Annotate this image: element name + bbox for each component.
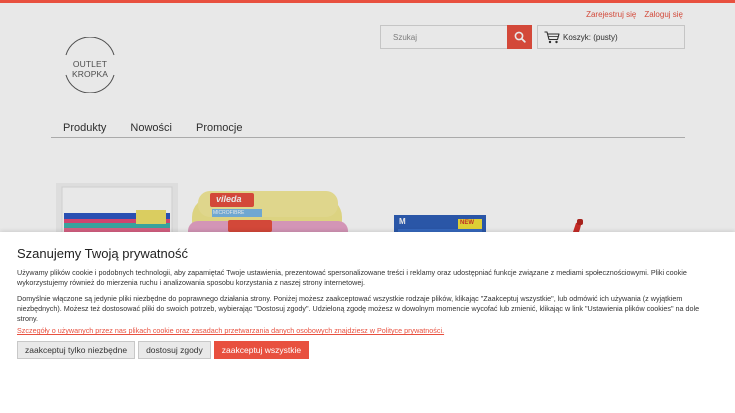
- search-input[interactable]: [381, 26, 507, 48]
- cart-button[interactable]: Koszyk: (pusty): [537, 25, 685, 49]
- product-new-label: NEW: [460, 220, 474, 226]
- accept-necessary-button[interactable]: zaakceptuj tylko niezbędne: [17, 341, 136, 359]
- customize-consent-button[interactable]: dostosuj zgody: [138, 341, 211, 359]
- product-microfibre-label: MICROFIBRE: [213, 210, 245, 216]
- logo[interactable]: OUTLET KROPKA: [56, 37, 124, 93]
- nav-item-promocje[interactable]: Promocje: [184, 121, 254, 137]
- search-icon: [514, 31, 526, 43]
- product-brand-label: vileda: [216, 194, 242, 204]
- privacy-policy-link[interactable]: Szczegóły o używanych przez nas plikach …: [17, 326, 718, 335]
- cart-icon: [544, 30, 560, 43]
- login-link[interactable]: Zaloguj się: [644, 10, 683, 19]
- cart-label: Koszyk: (pusty): [563, 32, 618, 42]
- product-size-label: M: [399, 217, 406, 226]
- nav-item-nowosci[interactable]: Nowości: [118, 121, 184, 137]
- account-links: Zarejestruj się Zaloguj się: [586, 10, 683, 19]
- main-nav: Produkty Nowości Promocje: [51, 121, 685, 138]
- search-button[interactable]: [507, 25, 532, 49]
- cookie-paragraph-1: Używamy plików cookie i podobnych techno…: [17, 268, 687, 287]
- cookie-consent-banner: Szanujemy Twoją prywatność Używamy plikó…: [0, 232, 735, 413]
- search-box: [380, 25, 532, 49]
- cookie-paragraph-2: Domyślnie włączone są jedynie pliki niez…: [17, 294, 700, 323]
- logo-text: OUTLET KROPKA: [71, 59, 109, 79]
- accept-all-button[interactable]: zaakceptuj wszystkie: [213, 341, 310, 359]
- nav-item-produkty[interactable]: Produkty: [51, 121, 118, 137]
- register-link[interactable]: Zarejestruj się: [586, 10, 636, 19]
- cookie-title: Szanujemy Twoją prywatność: [17, 246, 189, 261]
- cookie-buttons: zaakceptuj tylko niezbędne dostosuj zgod…: [17, 341, 718, 359]
